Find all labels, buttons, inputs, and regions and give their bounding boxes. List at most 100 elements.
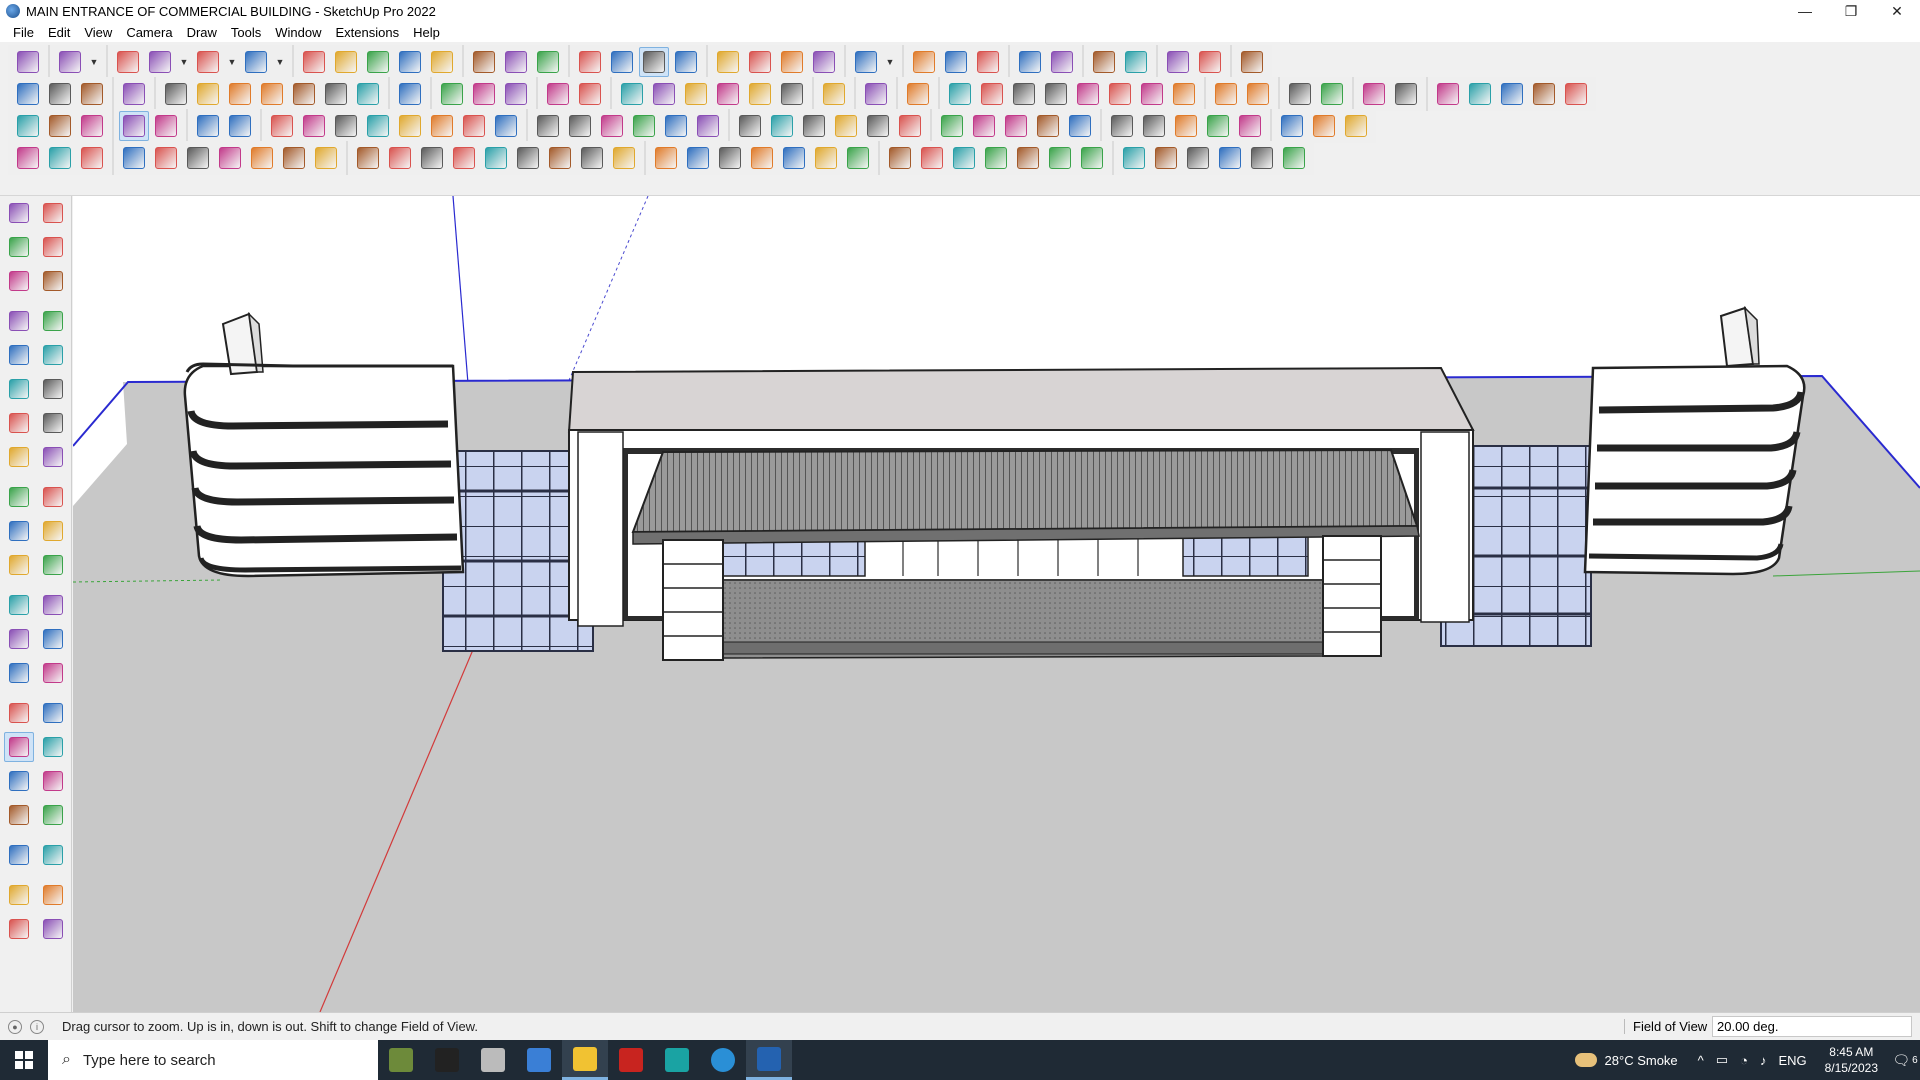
blue-x-button[interactable]	[597, 111, 627, 141]
rotate-tool-button[interactable]	[4, 516, 34, 546]
sphere-wire-button[interactable]	[279, 143, 309, 173]
box-textured-button[interactable]	[77, 79, 107, 109]
select-arrow-tool-button[interactable]	[4, 198, 34, 228]
plane-blue-3-button[interactable]	[45, 111, 75, 141]
select-dropdown-button[interactable]	[87, 47, 101, 77]
rectangle-dropdown-button[interactable]	[273, 47, 287, 77]
eraser-tool-button[interactable]	[38, 232, 68, 262]
corner-2-button[interactable]	[385, 143, 415, 173]
cube-orange-button[interactable]	[321, 79, 351, 109]
crate-outline-button[interactable]	[481, 143, 511, 173]
green-cross-button[interactable]	[565, 111, 595, 141]
undo-button[interactable]	[1163, 47, 1193, 77]
cube-pink-button[interactable]	[353, 79, 383, 109]
menu-help[interactable]: Help	[406, 25, 447, 40]
arch-shape-button[interactable]	[1105, 79, 1135, 109]
menu-window[interactable]: Window	[268, 25, 328, 40]
pie-tool-button[interactable]	[38, 442, 68, 472]
spiral-shape-button[interactable]	[1137, 79, 1167, 109]
headphones-taskbar-button[interactable]	[424, 1040, 470, 1080]
orbit-3d-tool-button[interactable]	[38, 198, 68, 228]
dimension-tool-button[interactable]	[38, 590, 68, 620]
layers-button[interactable]	[745, 47, 775, 77]
components-button[interactable]	[1341, 111, 1371, 141]
step-button[interactable]	[949, 143, 979, 173]
text-tool-button[interactable]	[38, 624, 68, 654]
window-button[interactable]	[1139, 111, 1169, 141]
plane-blue-2-button[interactable]	[13, 111, 43, 141]
cube-blue-button[interactable]	[193, 79, 223, 109]
plane-yellow-button[interactable]	[77, 111, 107, 141]
plane-purple-button[interactable]	[469, 79, 499, 109]
redo-button[interactable]	[1195, 47, 1225, 77]
look-around-tool-button[interactable]	[38, 800, 68, 830]
grid-dark-button[interactable]	[1045, 143, 1075, 173]
push-pull-red-button[interactable]	[119, 79, 149, 109]
green-shape-button[interactable]	[543, 79, 573, 109]
roof-button[interactable]	[513, 143, 543, 173]
grid-button[interactable]	[1391, 79, 1421, 109]
cone-button[interactable]	[629, 111, 659, 141]
grid-orange-button[interactable]	[1171, 111, 1201, 141]
paint-bucket-button[interactable]	[533, 47, 563, 77]
edge-taskbar-button[interactable]	[700, 1040, 746, 1080]
walk-tool-button[interactable]	[4, 840, 34, 870]
measurements-input[interactable]: 20.00 deg.	[1712, 1016, 1912, 1037]
tray-overflow-icon[interactable]: ^	[1698, 1053, 1704, 1068]
layers-tool-button[interactable]	[4, 914, 34, 944]
cross-dots-button[interactable]	[1277, 111, 1307, 141]
rotate-button[interactable]	[395, 47, 425, 77]
instructor-info-icon[interactable]: i	[30, 1019, 44, 1034]
follow-me-button[interactable]	[331, 47, 361, 77]
fence-button[interactable]	[545, 143, 575, 173]
sketchup-taskbar-button[interactable]	[746, 1040, 792, 1080]
zoom-tool-button[interactable]	[13, 47, 43, 77]
zoom-extents-tool-button[interactable]	[4, 766, 34, 796]
minecraft-taskbar-button[interactable]	[378, 1040, 424, 1080]
model-viewport[interactable]	[73, 196, 1920, 1012]
red-square-button[interactable]	[299, 111, 329, 141]
menu-camera[interactable]: Camera	[119, 25, 179, 40]
shadows-tool-button[interactable]	[38, 880, 68, 910]
dotted-circle-button[interactable]	[1309, 111, 1339, 141]
stairs-button[interactable]	[715, 143, 745, 173]
crate-button[interactable]	[1033, 111, 1063, 141]
scale-button[interactable]	[427, 47, 457, 77]
move-tool-button[interactable]	[4, 482, 34, 512]
styles-button[interactable]	[713, 47, 743, 77]
cube-green-button[interactable]	[257, 79, 287, 109]
warning-button[interactable]	[693, 111, 723, 141]
house-right-button[interactable]	[713, 79, 743, 109]
autocad-taskbar-button[interactable]	[608, 1040, 654, 1080]
curve-button[interactable]	[395, 79, 425, 109]
path-1-button[interactable]	[13, 143, 43, 173]
active-text-button[interactable]	[119, 111, 149, 141]
list-button[interactable]	[331, 111, 361, 141]
loop-button[interactable]	[799, 111, 829, 141]
volume-icon[interactable]: ♪	[1760, 1053, 1767, 1068]
zoom-extents-button[interactable]	[671, 47, 701, 77]
box-xray-button[interactable]	[45, 79, 75, 109]
arc-tool-button[interactable]	[4, 408, 34, 438]
solid-tools-button[interactable]	[1089, 47, 1119, 77]
styles-tool-button[interactable]	[4, 880, 34, 910]
house-front-button[interactable]	[649, 79, 679, 109]
sandbox-down-button[interactable]	[1047, 47, 1077, 77]
select-arrow-button[interactable]	[55, 47, 85, 77]
house-left-button[interactable]	[777, 79, 807, 109]
rotate-orange-button[interactable]	[267, 111, 297, 141]
tree-button[interactable]	[1247, 143, 1277, 173]
green-star-button[interactable]	[575, 79, 605, 109]
menu-draw[interactable]: Draw	[180, 25, 224, 40]
zoom-tool-button[interactable]	[3, 732, 34, 762]
close-panel-button[interactable]	[151, 111, 181, 141]
gear-box-button[interactable]	[969, 111, 999, 141]
ellipse-shape-button[interactable]	[1041, 79, 1071, 109]
clock[interactable]: 8:45 AM 8/15/2023	[1825, 1044, 1878, 1076]
box-wire-button[interactable]	[247, 143, 277, 173]
generate-report-button[interactable]	[973, 47, 1003, 77]
shadows-button[interactable]	[777, 47, 807, 77]
tape-measure-2-tool-button[interactable]	[4, 590, 34, 620]
fog-tool-button[interactable]	[38, 914, 68, 944]
position-camera-tool-button[interactable]	[4, 800, 34, 830]
